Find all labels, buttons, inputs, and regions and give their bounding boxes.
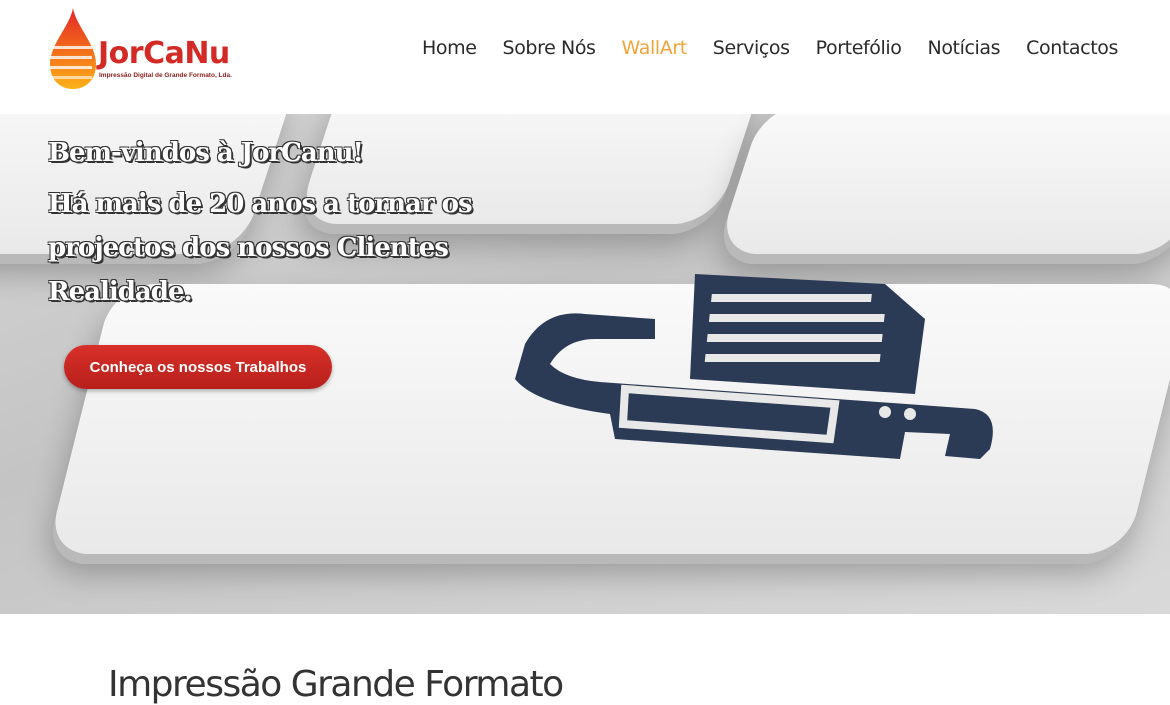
hero-banner: Bem-vindos à JorCanu! Há mais de 20 anos… bbox=[0, 114, 1170, 614]
printer-icon bbox=[515, 274, 993, 459]
hero-text: Bem-vindos à JorCanu! Há mais de 20 anos… bbox=[48, 138, 568, 314]
nav-item-wallart[interactable]: WallArt bbox=[622, 37, 688, 59]
hero-tagline: Há mais de 20 anos a tornar os projectos… bbox=[48, 189, 473, 307]
nav-item-servicos[interactable]: Serviços bbox=[713, 37, 790, 59]
hero-welcome: Bem-vindos à JorCanu! bbox=[48, 138, 364, 168]
site-header: JorCaNu Impressão Digital de Grande Form… bbox=[0, 0, 1170, 114]
nav-item-home[interactable]: Home bbox=[422, 37, 477, 59]
nav-item-sobre-nos[interactable]: Sobre Nós bbox=[503, 37, 596, 59]
nav-item-portefolio[interactable]: Portefólio bbox=[816, 37, 902, 59]
logo-tagline: Impressão Digital de Grande Formato, Lda… bbox=[99, 72, 232, 79]
keyboard-key-bg bbox=[715, 114, 1170, 254]
site-logo[interactable]: JorCaNu Impressão Digital de Grande Form… bbox=[46, 6, 236, 92]
main-nav: Home Sobre Nós WallArt Serviços Portefól… bbox=[422, 37, 1118, 59]
nav-item-noticias[interactable]: Notícias bbox=[928, 37, 1001, 59]
section-title: Impressão Grande Formato bbox=[108, 664, 564, 705]
ink-drop-logo-icon bbox=[48, 8, 96, 89]
logo-wordmark: JorCaNu bbox=[98, 36, 230, 71]
nav-item-contactos[interactable]: Contactos bbox=[1026, 37, 1118, 59]
cta-button[interactable]: Conheça os nossos Trabalhos bbox=[64, 345, 332, 389]
